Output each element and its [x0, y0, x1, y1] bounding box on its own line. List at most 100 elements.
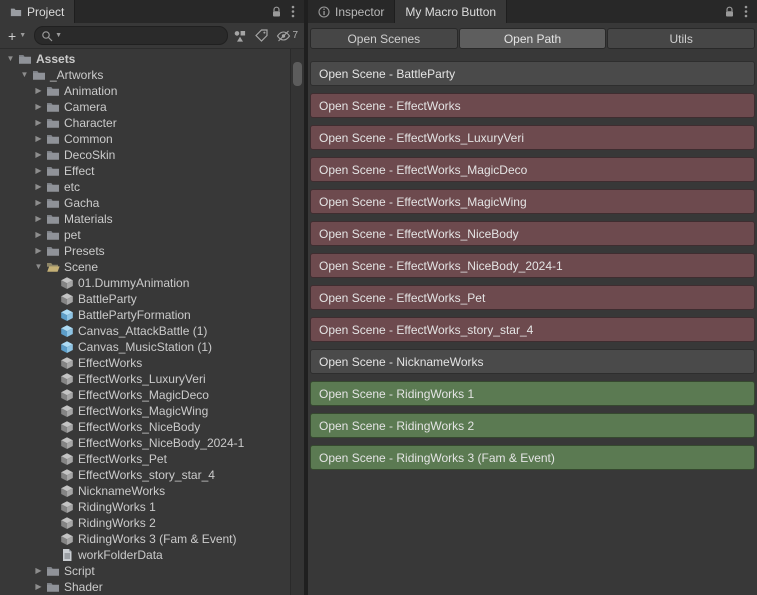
foldout-closed-icon[interactable]: ▶	[32, 119, 45, 127]
macro-button[interactable]: Open Scene - EffectWorks	[310, 93, 755, 118]
foldout-closed-icon[interactable]: ▶	[32, 247, 45, 255]
macro-button[interactable]: Open Scene - RidingWorks 3 (Fam & Event)	[310, 445, 755, 470]
lock-icon[interactable]	[271, 6, 282, 18]
tree-item-label: Assets	[36, 52, 76, 66]
tree-item-label: Canvas_AttackBattle (1)	[78, 324, 208, 338]
lock-icon[interactable]	[724, 6, 735, 18]
tree-item[interactable]: BattlePartyFormation	[0, 307, 304, 323]
scene-icon	[59, 356, 74, 370]
macro-button[interactable]: Open Scene - RidingWorks 1	[310, 381, 755, 406]
tree-item[interactable]: ▼ Assets	[0, 51, 304, 67]
tree-item[interactable]: ▶ Presets	[0, 243, 304, 259]
foldout-closed-icon[interactable]: ▶	[32, 567, 45, 575]
foldout-closed-icon[interactable]: ▶	[32, 183, 45, 191]
macro-button[interactable]: Open Scene - NicknameWorks	[310, 349, 755, 374]
kebab-menu-icon[interactable]	[744, 5, 748, 18]
tree-item[interactable]: ▶ Common	[0, 131, 304, 147]
foldout-closed-icon[interactable]: ▶	[32, 583, 45, 591]
foldout-closed-icon[interactable]: ▶	[32, 231, 45, 239]
scene-icon	[59, 292, 74, 306]
macro-button[interactable]: Open Scene - EffectWorks_LuxuryVeri	[310, 125, 755, 150]
macro-button[interactable]: Open Scene - RidingWorks 2	[310, 413, 755, 438]
add-asset-button[interactable]: + ▼	[5, 28, 29, 44]
tree-item[interactable]: EffectWorks_MagicDeco	[0, 387, 304, 403]
folder-icon	[45, 84, 60, 98]
macro-button[interactable]: Open Scene - EffectWorks_Pet	[310, 285, 755, 310]
macro-button[interactable]: Open Scene - EffectWorks_story_star_4	[310, 317, 755, 342]
foldout-open-icon[interactable]: ▼	[18, 71, 31, 79]
tree-item-label: Effect	[64, 164, 95, 178]
tree-item[interactable]: ▶ Materials	[0, 211, 304, 227]
tree-item[interactable]: ▶ Character	[0, 115, 304, 131]
tree-item[interactable]: EffectWorks_NiceBody	[0, 419, 304, 435]
search-input[interactable]	[64, 28, 222, 43]
tree-item[interactable]: EffectWorks	[0, 355, 304, 371]
tree-item[interactable]: ▼ Scene	[0, 259, 304, 275]
tree-scrollbar-thumb[interactable]	[293, 62, 302, 86]
foldout-open-icon[interactable]: ▼	[32, 263, 45, 271]
tree-item[interactable]: workFolderData	[0, 547, 304, 563]
tree-item[interactable]: ▶ etc	[0, 179, 304, 195]
tree-item-label: RidingWorks 3 (Fam & Event)	[78, 532, 237, 546]
tree-item[interactable]: ▶ pet	[0, 227, 304, 243]
project-tab-icon	[10, 6, 22, 18]
macro-button[interactable]: Open Scene - EffectWorks_NiceBody_2024-1	[310, 253, 755, 278]
text-asset-icon	[59, 548, 74, 562]
foldout-closed-icon[interactable]: ▶	[32, 199, 45, 207]
tab-inspector[interactable]: Inspector	[308, 0, 396, 23]
packages-visibility-icon[interactable]: 7	[276, 30, 298, 42]
tree-item[interactable]: EffectWorks_MagicWing	[0, 403, 304, 419]
tree-item[interactable]: Canvas_MusicStation (1)	[0, 339, 304, 355]
tree-item[interactable]: Canvas_AttackBattle (1)	[0, 323, 304, 339]
scene-icon	[59, 468, 74, 482]
foldout-closed-icon[interactable]: ▶	[32, 135, 45, 143]
tree-item-label: Materials	[64, 212, 113, 226]
macro-tab-open-path[interactable]: Open Path	[458, 28, 607, 49]
tree-item[interactable]: EffectWorks_story_star_4	[0, 467, 304, 483]
tree-item[interactable]: EffectWorks_Pet	[0, 451, 304, 467]
tab-my-macro-button-label: My Macro Button	[405, 4, 497, 19]
tree-item[interactable]: NicknameWorks	[0, 483, 304, 499]
macro-tab-utils[interactable]: Utils	[607, 28, 756, 49]
tree-item[interactable]: ▶ Gacha	[0, 195, 304, 211]
tree-item[interactable]: ▶ DecoSkin	[0, 147, 304, 163]
tree-item[interactable]: ▼ _Artworks	[0, 67, 304, 83]
scene-icon	[59, 484, 74, 498]
kebab-menu-icon[interactable]	[291, 5, 295, 18]
tree-item[interactable]: RidingWorks 2	[0, 515, 304, 531]
macro-button[interactable]: Open Scene - EffectWorks_MagicWing	[310, 189, 755, 214]
tree-scrollbar[interactable]	[290, 49, 304, 595]
search-by-label-icon[interactable]	[255, 29, 269, 42]
macro-panel-header: Inspector My Macro Button	[308, 0, 757, 23]
macro-button[interactable]: Open Scene - BattleParty	[310, 61, 755, 86]
tree-item[interactable]: 01.DummyAnimation	[0, 275, 304, 291]
macro-button[interactable]: Open Scene - EffectWorks_MagicDeco	[310, 157, 755, 182]
tree-item[interactable]: RidingWorks 3 (Fam & Event)	[0, 531, 304, 547]
search-field[interactable]: ▼	[34, 26, 229, 45]
tree-item[interactable]: ▶ Animation	[0, 83, 304, 99]
tree-item-label: EffectWorks_LuxuryVeri	[78, 372, 206, 386]
tree-item[interactable]: EffectWorks_NiceBody_2024-1	[0, 435, 304, 451]
tab-project[interactable]: Project	[0, 0, 76, 23]
tree-item[interactable]: BattleParty	[0, 291, 304, 307]
search-by-type-icon[interactable]	[233, 29, 247, 43]
tree-item[interactable]: ▶ Camera	[0, 99, 304, 115]
macro-button[interactable]: Open Scene - EffectWorks_NiceBody	[310, 221, 755, 246]
foldout-open-icon[interactable]: ▼	[4, 55, 17, 63]
tab-my-macro-button[interactable]: My Macro Button	[395, 0, 508, 23]
tree-item[interactable]: ▶ Shader	[0, 579, 304, 595]
scene-icon	[59, 500, 74, 514]
hidden-packages-count: 7	[292, 30, 298, 41]
tree-item[interactable]: ▶ Script	[0, 563, 304, 579]
tree-item[interactable]: RidingWorks 1	[0, 499, 304, 515]
folder-icon	[45, 100, 60, 114]
foldout-closed-icon[interactable]: ▶	[32, 151, 45, 159]
foldout-closed-icon[interactable]: ▶	[32, 87, 45, 95]
tree-item[interactable]: ▶ Effect	[0, 163, 304, 179]
tree-item[interactable]: EffectWorks_LuxuryVeri	[0, 371, 304, 387]
foldout-closed-icon[interactable]: ▶	[32, 103, 45, 111]
foldout-closed-icon[interactable]: ▶	[32, 167, 45, 175]
foldout-closed-icon[interactable]: ▶	[32, 215, 45, 223]
folder-icon	[45, 244, 60, 258]
macro-tab-open-scenes[interactable]: Open Scenes	[310, 28, 458, 49]
